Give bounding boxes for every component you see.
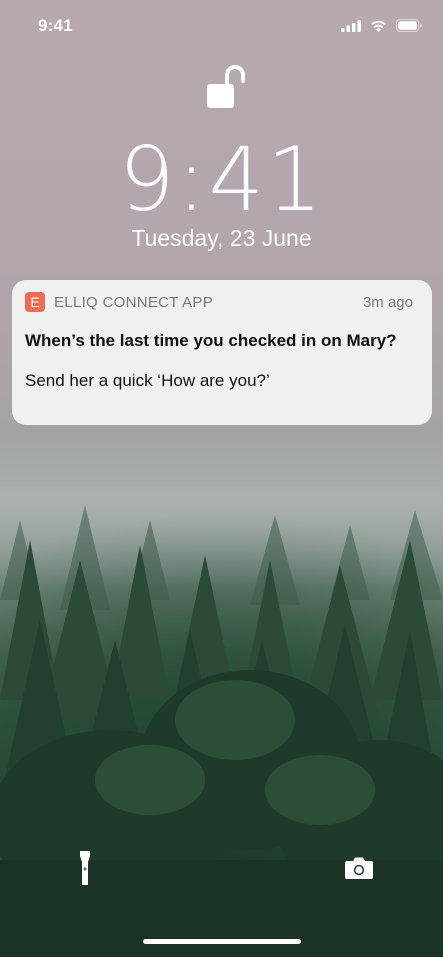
- notification-title: When’s the last time you checked in on M…: [25, 331, 397, 350]
- notification-body: Send her a quick ‘How are you?’: [25, 371, 270, 390]
- notification-timestamp: 3m ago: [362, 294, 413, 311]
- unlocked-padlock-icon: [207, 65, 245, 108]
- lock-screen-date: Tuesday, 23 June: [131, 225, 312, 251]
- notification-app-name: ELLIQ CONNECT APP: [54, 294, 214, 311]
- notification-card[interactable]: E ELLIQ CONNECT APP 3m ago When’s the la…: [12, 280, 432, 425]
- app-icon: E: [25, 292, 45, 312]
- lock-screen-clock: 9:41: [118, 128, 325, 231]
- wifi-icon: [371, 20, 386, 32]
- status-bar-icons: [341, 19, 423, 32]
- camera-icon[interactable]: [344, 855, 374, 881]
- status-bar-time: 9:41: [38, 16, 73, 35]
- cellular-signal-icon: [341, 19, 361, 32]
- battery-icon: [396, 19, 422, 32]
- home-indicator[interactable]: [143, 939, 301, 944]
- flashlight-icon[interactable]: [73, 848, 97, 888]
